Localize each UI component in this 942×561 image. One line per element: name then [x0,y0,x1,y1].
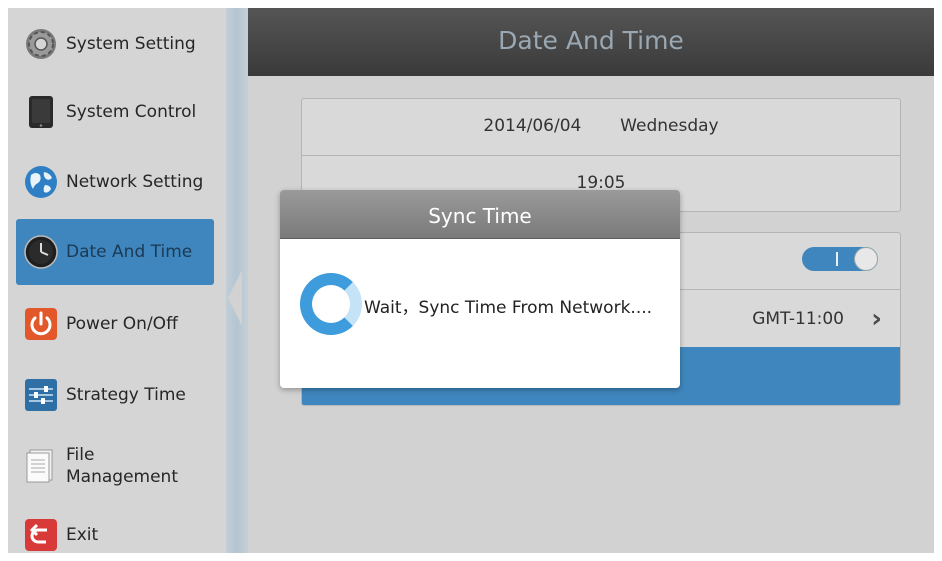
sidebar-item-label: Network Setting [66,172,204,192]
sidebar-item-strategy-time[interactable]: Strategy Time [16,362,214,428]
power-icon [24,307,58,341]
dialog-header: Sync Time [280,190,680,239]
gear-icon [24,27,58,61]
sidebar: System Setting System Control Network Se… [8,8,232,553]
chevron-right-icon: › [871,304,882,334]
sidebar-item-exit[interactable]: Exit [16,502,214,553]
header-bar: Date And Time [248,8,934,76]
timezone-value: GMT-11:00 [752,309,844,329]
sidebar-item-power-on-off[interactable]: Power On/Off [16,291,214,357]
sidebar-item-label: Date And Time [66,242,193,262]
sidebar-item-file-management[interactable]: File Management [16,433,214,499]
page-title: Date And Time [498,26,684,55]
weekday-value: Wednesday [620,116,719,136]
sidebar-item-network-setting[interactable]: Network Setting [16,149,214,215]
clock-icon [24,235,58,269]
date-value: 2014/06/04 [483,116,582,136]
sidebar-item-label: Strategy Time [66,385,186,405]
dialog-message: Wait，Sync Time From Network.... [364,298,653,318]
loading-spinner-icon [300,273,362,335]
sidebar-item-label: Power On/Off [66,314,178,334]
sidebar-item-label: System Control [66,102,197,122]
sidebar-item-label: File [66,445,95,465]
document-icon [24,449,58,483]
date-row[interactable]: 2014/06/04 Wednesday [302,99,900,155]
globe-icon [24,165,58,199]
active-indicator-notch [228,270,242,326]
dialog-body: Wait，Sync Time From Network.... [280,239,680,388]
dialog-title: Sync Time [428,204,532,228]
sidebar-item-system-setting[interactable]: System Setting [16,11,214,77]
sidebar-item-label: Exit [66,525,99,545]
sidebar-item-label-group: File Management [66,444,178,488]
sidebar-item-system-control[interactable]: System Control [16,79,214,145]
toggle-knob [854,247,878,271]
exit-icon [24,518,58,552]
sync-time-dialog: Sync Time Wait，Sync Time From Network...… [280,190,680,388]
tablet-icon [24,95,58,129]
toggle-on-mark [836,252,838,266]
auto-sync-toggle[interactable] [802,247,878,271]
date-display: 2014/06/04 Wednesday [302,116,900,136]
sidebar-item-label-line2: Management [66,467,178,487]
sliders-icon [24,378,58,412]
sidebar-item-date-and-time[interactable]: Date And Time [16,219,214,285]
sidebar-item-label: System Setting [66,34,196,54]
app-window: System Setting System Control Network Se… [8,8,934,553]
